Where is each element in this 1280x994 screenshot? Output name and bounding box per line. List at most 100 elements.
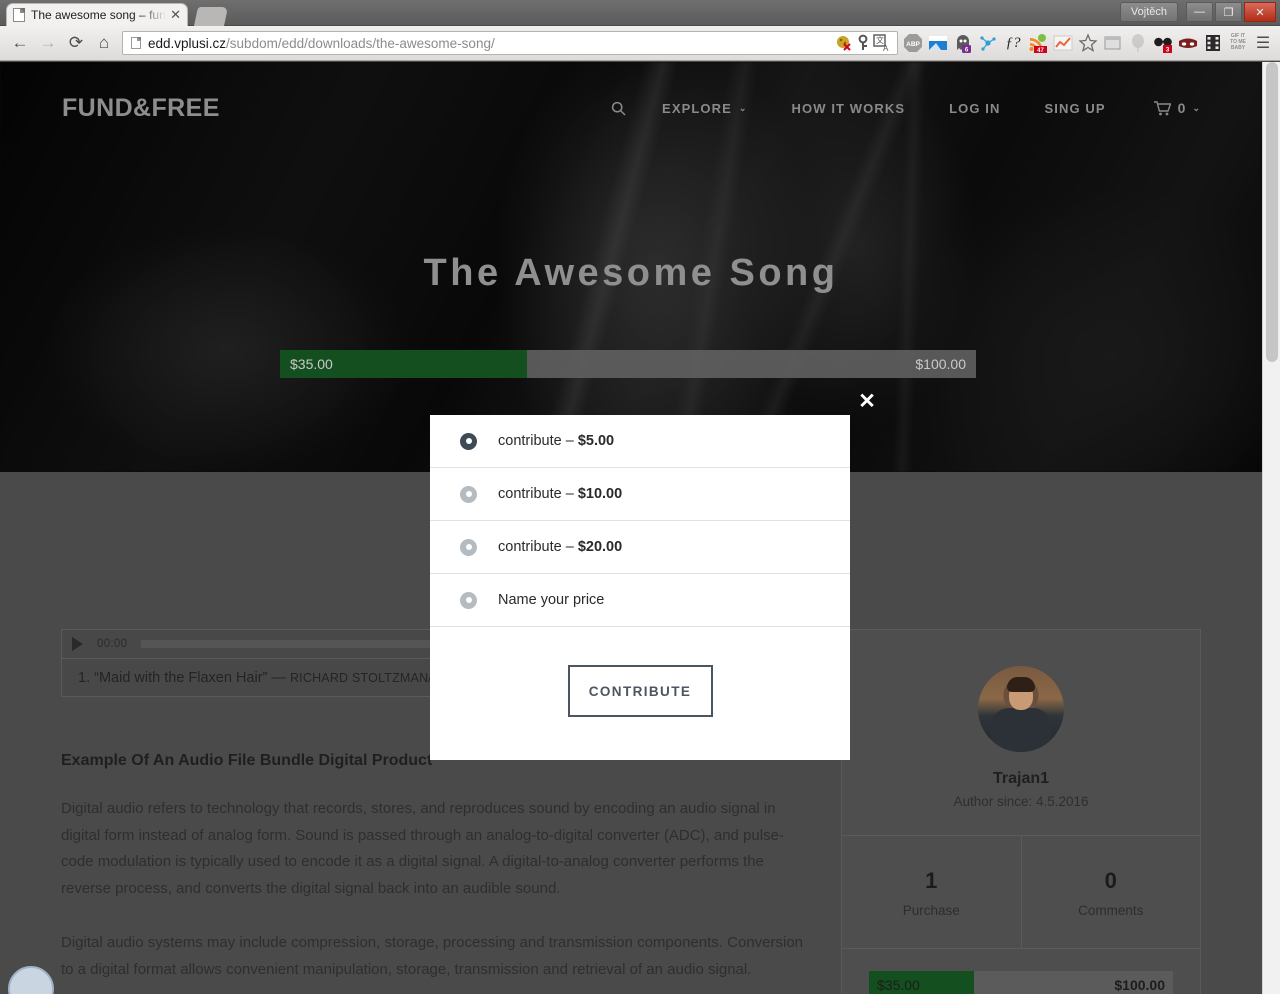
chrome-menu-icon[interactable]: ☰ <box>1252 32 1274 54</box>
main-nav: EXPLORE ⌄ HOW IT WORKS LOG IN SING UP 0 <box>597 100 1200 116</box>
svg-text:3: 3 <box>1166 47 1170 53</box>
option-contribute-20[interactable]: contribute – $20.00 <box>430 521 850 574</box>
nav-item-log-in[interactable]: LOG IN <box>927 101 1022 116</box>
track-number: 1. <box>78 669 91 686</box>
window-controls: Vojtěch — ❐ ✕ <box>1119 2 1276 22</box>
nav-label-log-in: LOG IN <box>949 100 1001 116</box>
avatar-hair <box>1007 677 1035 692</box>
back-icon[interactable]: ← <box>6 29 34 57</box>
browser-titlebar: The awesome song – fund ✕ Vojtěch — ❐ ✕ <box>0 0 1280 26</box>
tab-close-icon[interactable]: ✕ <box>170 7 181 23</box>
option-contribute-10[interactable]: contribute – $10.00 <box>430 468 850 521</box>
forward-icon[interactable]: → <box>34 29 62 57</box>
stat-purchases-value: 1 <box>925 868 938 893</box>
nav-item-explore[interactable]: EXPLORE ⌄ <box>640 101 769 116</box>
sidebar-progress-current: $35.00 <box>877 977 920 993</box>
nav-label-sing-up: SING UP <box>1044 100 1106 116</box>
text-extension-icon[interactable]: GIF IT TO ME BABY <box>1227 32 1249 54</box>
sidebar-funding-progress: $35.00 $100.00 <box>869 971 1173 994</box>
cart-button[interactable]: 0 ⌄ <box>1128 100 1200 116</box>
bookmark-star-icon[interactable] <box>1077 32 1099 54</box>
author-card: Trajan1 Author since: 4.5.2016 <box>842 630 1200 836</box>
author-name[interactable]: Trajan1 <box>842 770 1200 788</box>
molecule-icon[interactable] <box>977 32 999 54</box>
radio-icon[interactable] <box>460 538 477 556</box>
tab-title: The awesome song – fund <box>31 8 167 22</box>
glasses-icon[interactable]: 3 <box>1152 32 1174 54</box>
modal-footer: CONTRIBUTE <box>430 627 850 755</box>
option-name-your-price[interactable]: Name your price <box>430 574 850 627</box>
cookie-blocked-icon[interactable] <box>835 34 853 52</box>
page-favicon-icon <box>13 8 25 22</box>
track-title: “Maid with the Flaxen Hair” <box>94 669 268 686</box>
radio-icon[interactable] <box>460 485 477 503</box>
sidebar: Trajan1 Author since: 4.5.2016 1 Purchas… <box>841 629 1201 994</box>
sidebar-funding-section: $35.00 $100.00 <box>842 949 1200 994</box>
modal-contribute-button[interactable]: CONTRIBUTE <box>567 665 713 717</box>
home-icon[interactable]: ⌂ <box>90 29 118 57</box>
address-bar[interactable]: edd.vplusi.cz /subdom/edd/downloads/the-… <box>122 31 898 55</box>
page-scrollbar[interactable] <box>1262 62 1280 994</box>
stat-purchases-label: Purchase <box>902 903 960 918</box>
article-paragraph-1: Digital audio refers to technology that … <box>61 800 784 897</box>
adblock-plus-icon[interactable]: ABP <box>902 32 924 54</box>
audio-current-time: 00:00 <box>97 638 128 650</box>
browser-navbar: ← → ⟳ ⌂ edd.vplusi.cz /subdom/edd/downlo… <box>0 26 1280 61</box>
film-strip-icon[interactable] <box>1202 32 1224 54</box>
option-contribute-5[interactable]: contribute – $5.00 <box>430 415 850 468</box>
site-header: FUND&FREE EXPLORE ⌄ HOW IT WORKS LOG IN <box>0 62 1262 154</box>
nav-label-explore: EXPLORE <box>662 100 732 116</box>
nav-label-how-it-works: HOW IT WORKS <box>791 100 906 116</box>
svg-text:A: A <box>883 44 889 52</box>
author-since: Author since: 4.5.2016 <box>953 794 1089 809</box>
browser-tab[interactable]: The awesome song – fund ✕ <box>6 3 188 26</box>
nav-item-sing-up[interactable]: SING UP <box>1023 101 1128 116</box>
address-bar-icons: 文A <box>835 34 893 52</box>
avatar[interactable] <box>978 666 1064 752</box>
window-resize-icon[interactable] <box>1102 32 1124 54</box>
ghostery-icon[interactable]: 6 <box>952 32 974 54</box>
minimize-button[interactable]: — <box>1186 2 1213 22</box>
sidebar-progress-goal: $100.00 <box>1114 977 1165 993</box>
cart-icon <box>1153 100 1171 115</box>
maximize-button[interactable]: ❐ <box>1215 2 1242 22</box>
article-paragraph-2: Digital audio systems may include compre… <box>61 934 804 978</box>
hero-progress-current: $35.00 <box>290 356 333 372</box>
radio-icon-selected[interactable] <box>460 432 477 450</box>
hero-funding-progress: $35.00 $100.00 <box>280 350 976 378</box>
site-logo[interactable]: FUND&FREE <box>62 94 220 123</box>
hero-progress-goal: $100.00 <box>915 356 966 372</box>
nav-item-how-it-works[interactable]: HOW IT WORKS <box>770 101 928 116</box>
page-title: The Awesome Song <box>423 252 839 294</box>
browser-window: The awesome song – fund ✕ Vojtěch — ❐ ✕ … <box>0 0 1280 994</box>
play-icon[interactable] <box>72 637 83 651</box>
option-label-20: contribute – $20.00 <box>498 539 623 555</box>
search-icon[interactable] <box>597 101 640 116</box>
track-dash: — <box>271 669 286 686</box>
svg-text:ABP: ABP <box>906 41 920 48</box>
mask-icon[interactable] <box>1177 32 1199 54</box>
new-tab-button[interactable] <box>193 7 229 26</box>
scrollbar-thumb[interactable] <box>1266 62 1278 362</box>
blue-window-icon[interactable] <box>927 32 949 54</box>
analytics-chart-icon[interactable] <box>1052 32 1074 54</box>
url-host: edd.vplusi.cz <box>148 35 227 51</box>
avatar-body <box>991 708 1051 752</box>
close-window-button[interactable]: ✕ <box>1244 2 1276 22</box>
balloon-icon[interactable] <box>1127 32 1149 54</box>
key-icon[interactable] <box>856 34 870 52</box>
radio-icon[interactable] <box>460 591 477 609</box>
page-info-icon[interactable] <box>131 37 141 49</box>
reload-icon[interactable]: ⟳ <box>62 29 90 57</box>
translate-icon[interactable]: 文A <box>873 34 891 52</box>
font-finder-icon[interactable]: ƒ? <box>1002 32 1024 54</box>
option-label-10: contribute – $10.00 <box>498 486 623 502</box>
rss-feed-icon[interactable]: 47 <box>1027 32 1049 54</box>
modal-close-icon[interactable]: ✕ <box>857 391 877 412</box>
option-label-5: contribute – $5.00 <box>498 433 615 449</box>
extension-toolbar: ABP 6 ƒ? 47 3 GIF IT TO ME BABY ☰ <box>902 32 1274 54</box>
user-profile-button[interactable]: Vojtěch <box>1119 2 1178 22</box>
chat-widget-icon[interactable] <box>8 966 54 994</box>
track-artist: RICHARD STOLTZMAN/S <box>289 670 441 685</box>
stat-comments-value: 0 <box>1104 868 1117 893</box>
